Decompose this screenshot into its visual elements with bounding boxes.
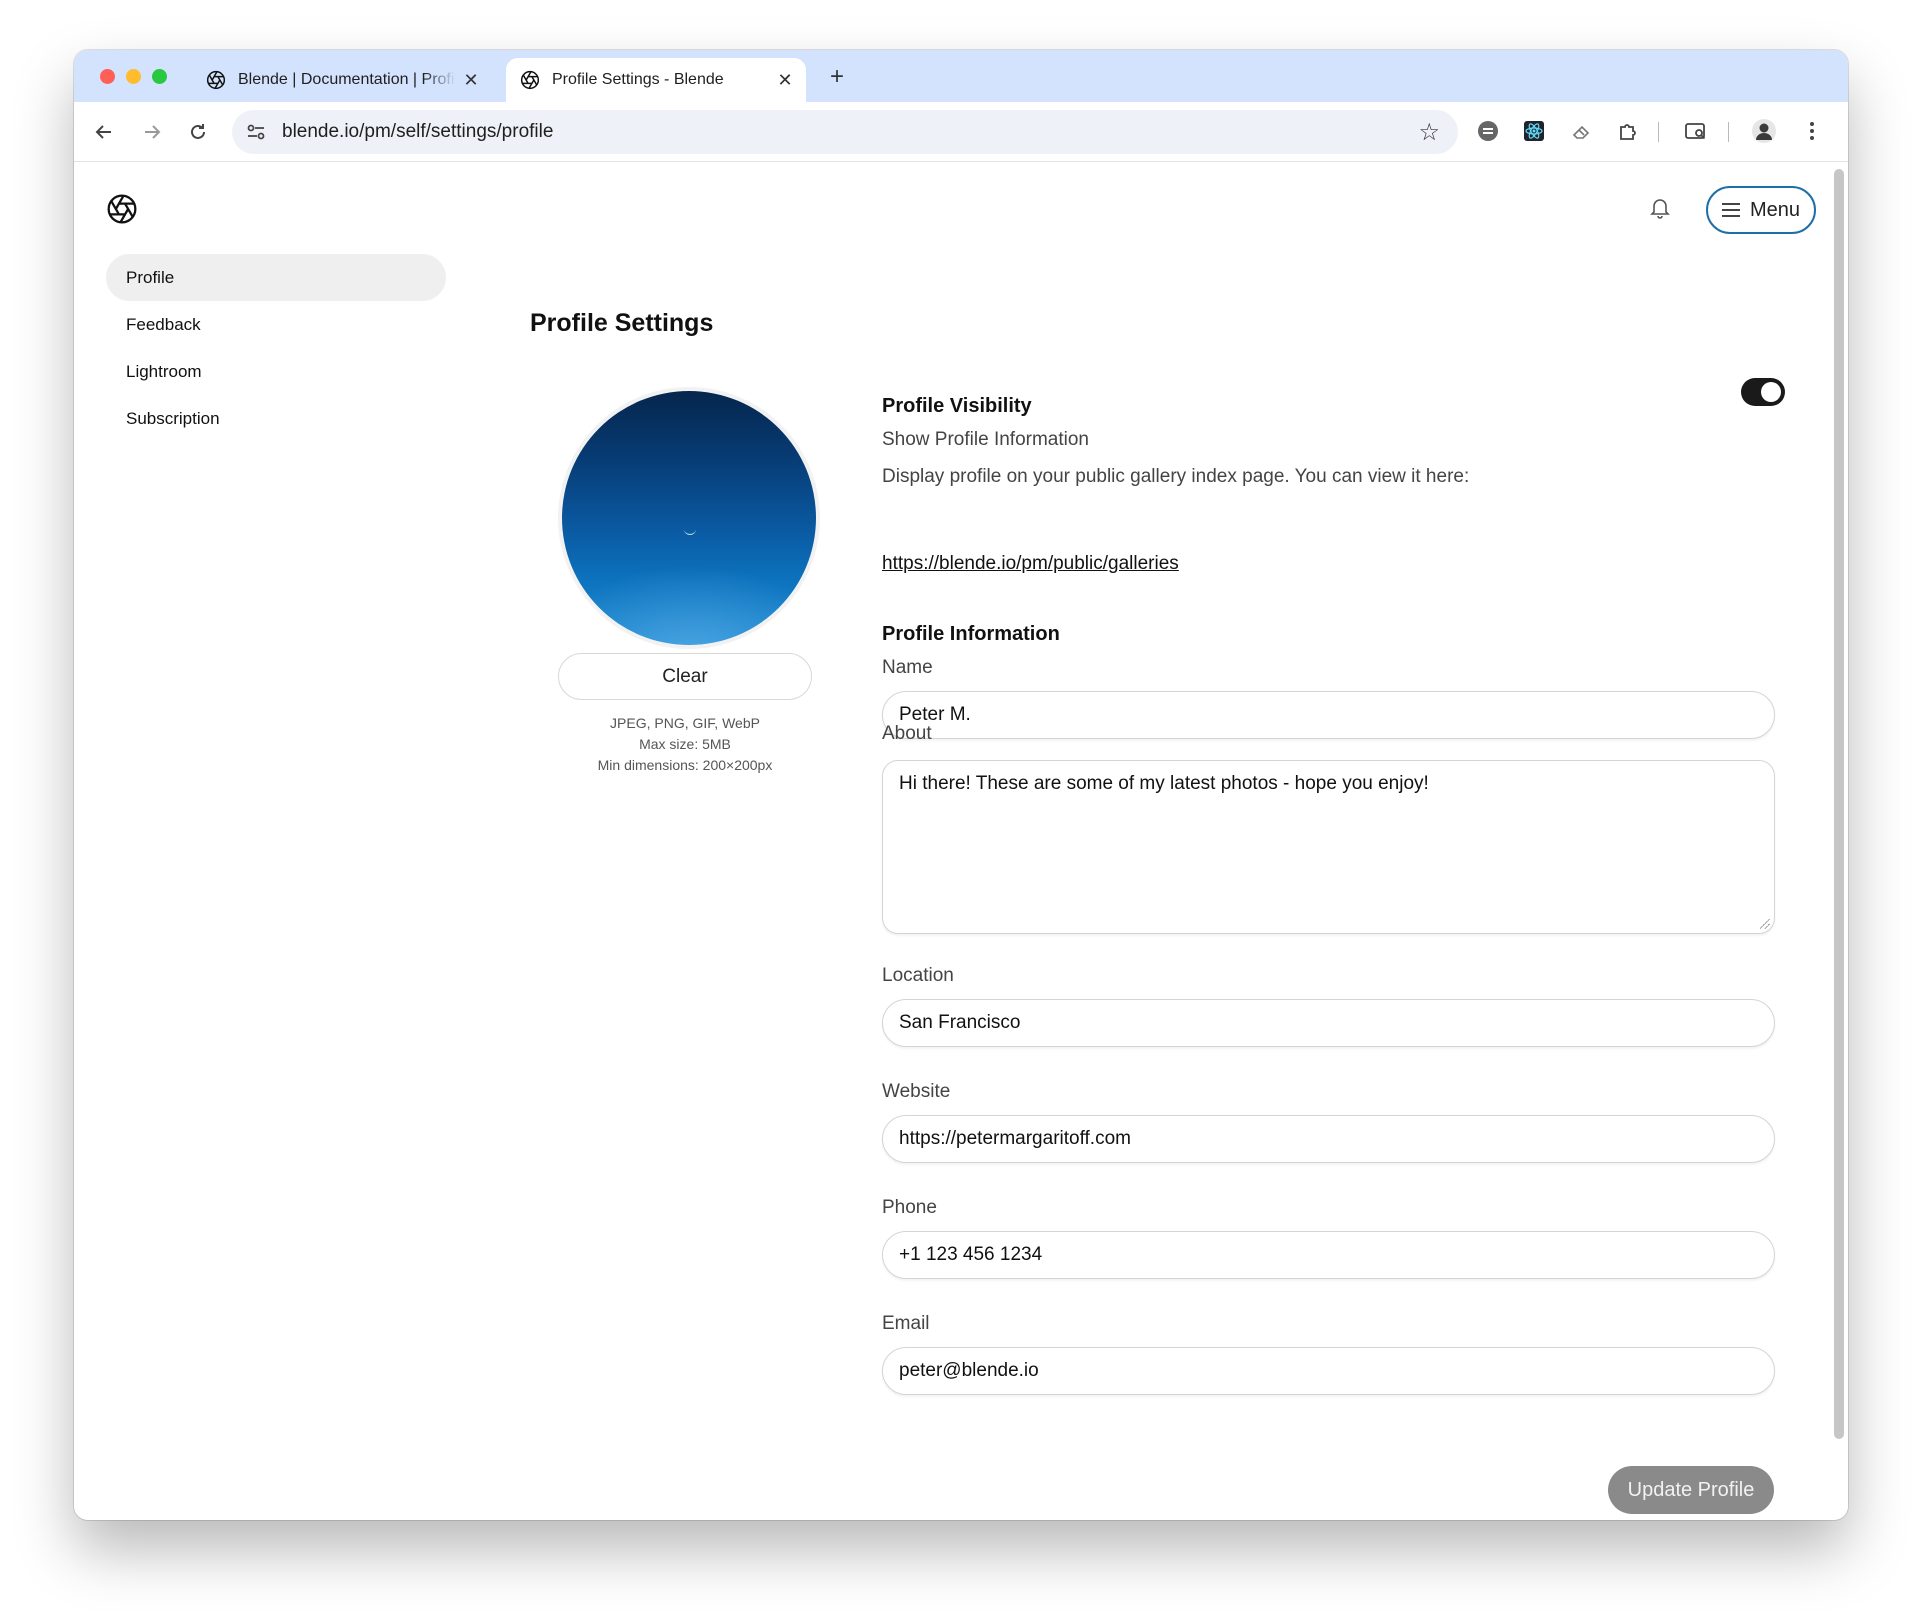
show-profile-label: Show Profile Information — [882, 429, 1089, 450]
aperture-icon — [520, 70, 540, 90]
blende-logo-icon[interactable] — [106, 193, 138, 225]
scrollbar[interactable] — [1834, 169, 1844, 1439]
settings-sidebar: Profile Feedback Lightroom Subscription — [106, 254, 446, 442]
address-bar[interactable]: blende.io/pm/self/settings/profile ☆ — [232, 110, 1458, 154]
about-textarea[interactable]: Hi there! These are some of my latest ph… — [882, 760, 1775, 934]
maximize-window-button[interactable] — [152, 69, 167, 84]
tab-strip: Blende | Documentation | Profile ✕ Profi… — [74, 50, 1848, 102]
tab-title: Blende | Documentation | Profile — [238, 71, 456, 88]
react-devtools-icon[interactable] — [1520, 117, 1548, 145]
bookmark-star-icon[interactable]: ☆ — [1418, 118, 1440, 147]
sidebar-item-feedback[interactable]: Feedback — [106, 301, 446, 348]
sidebar-item-profile[interactable]: Profile — [106, 254, 446, 301]
website-label: Website — [882, 1081, 951, 1102]
sidebar-item-lightroom[interactable]: Lightroom — [106, 348, 446, 395]
browser-window: Blende | Documentation | Profile ✕ Profi… — [74, 50, 1848, 1520]
profile-avatar-image[interactable] — [562, 391, 816, 645]
visibility-description: Display profile on your public gallery i… — [882, 466, 1470, 487]
close-window-button[interactable] — [100, 69, 115, 84]
avatar-formats-hint: JPEG, PNG, GIF, WebP — [610, 715, 760, 731]
reload-icon[interactable] — [182, 116, 214, 148]
eraser-extension-icon[interactable] — [1568, 117, 1596, 145]
menu-button[interactable]: Menu — [1706, 186, 1816, 234]
aperture-icon — [206, 70, 226, 90]
public-gallery-link[interactable]: https://blende.io/pm/public/galleries — [882, 553, 1179, 575]
new-tab-button[interactable]: + — [822, 62, 852, 92]
location-input[interactable]: San Francisco — [882, 999, 1775, 1047]
more-options-icon[interactable] — [1798, 117, 1826, 145]
show-profile-toggle[interactable] — [1741, 378, 1785, 406]
name-input[interactable]: Peter M. — [882, 691, 1775, 739]
close-tab-icon[interactable]: ✕ — [456, 70, 486, 91]
site-settings-icon[interactable] — [244, 120, 268, 144]
notifications-bell-icon[interactable] — [1648, 195, 1672, 221]
url-text[interactable]: blende.io/pm/self/settings/profile — [282, 110, 553, 154]
phone-label: Phone — [882, 1197, 937, 1218]
hamburger-icon — [1721, 203, 1740, 217]
extensions-puzzle-icon[interactable] — [1614, 117, 1642, 145]
menu-label: Menu — [1749, 198, 1801, 221]
sidebar-item-subscription[interactable]: Subscription — [106, 395, 446, 442]
clear-avatar-button[interactable]: Clear — [558, 653, 812, 700]
update-profile-button[interactable]: Update Profile — [1608, 1466, 1774, 1514]
extension-circle-icon[interactable] — [1474, 117, 1502, 145]
profile-information-heading: Profile Information — [882, 623, 1060, 645]
phone-input[interactable]: +1 123 456 1234 — [882, 1231, 1775, 1279]
close-tab-icon[interactable]: ✕ — [770, 70, 800, 91]
profile-visibility-heading: Profile Visibility — [882, 395, 1032, 417]
forward-icon[interactable] — [136, 116, 168, 148]
toolbar-divider — [1658, 122, 1659, 142]
minimize-window-button[interactable] — [126, 69, 141, 84]
avatar-min-dimensions-hint: Min dimensions: 200×200px — [597, 757, 773, 773]
email-input[interactable]: peter@blende.io — [882, 1347, 1775, 1395]
search-tab-icon[interactable] — [1682, 117, 1710, 145]
back-icon[interactable] — [88, 116, 120, 148]
tab-profile-settings[interactable]: Profile Settings - Blende ✕ — [506, 58, 806, 102]
location-label: Location — [882, 965, 954, 986]
about-label: About — [882, 723, 932, 744]
browser-toolbar: blende.io/pm/self/settings/profile ☆ — [74, 102, 1848, 162]
page-content: Menu Profile Feedback Lightroom Subscrip… — [74, 163, 1848, 1520]
website-input[interactable]: https://petermargaritoff.com — [882, 1115, 1775, 1163]
resize-handle-icon[interactable] — [1760, 919, 1770, 929]
toolbar-divider — [1728, 122, 1729, 142]
email-label: Email — [882, 1313, 930, 1334]
profile-avatar-icon[interactable] — [1750, 117, 1778, 145]
tab-documentation[interactable]: Blende | Documentation | Profile ✕ — [192, 58, 492, 102]
about-text: Hi there! These are some of my latest ph… — [899, 773, 1429, 794]
avatar-max-size-hint: Max size: 5MB — [639, 736, 731, 752]
name-label: Name — [882, 657, 933, 678]
page-title: Profile Settings — [530, 309, 714, 337]
tab-title: Profile Settings - Blende — [552, 71, 724, 88]
